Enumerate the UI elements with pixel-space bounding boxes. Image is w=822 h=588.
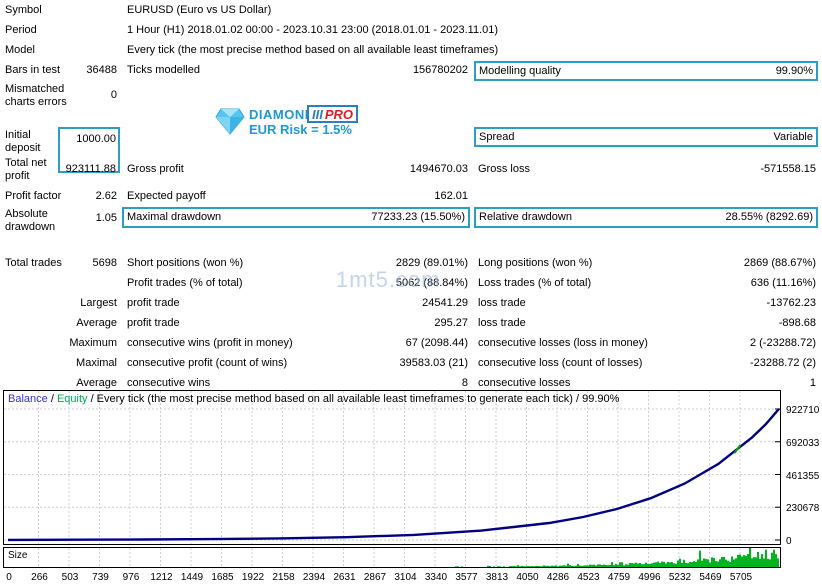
strategy-tester-report: Symbol EURUSD (Euro vs US Dollar) Period… <box>0 0 822 588</box>
average-label: Average <box>76 317 117 329</box>
average-consecutive-losses-value: 1 <box>809 377 816 389</box>
expected-payoff-value: 162.01 <box>434 190 468 202</box>
model-label: Model <box>5 44 35 56</box>
loss-trades-label: Loss trades (% of total) <box>478 277 592 289</box>
y-tick-label: 692033 <box>786 437 820 449</box>
maximal-drawdown-label: Maximal drawdown <box>127 211 222 223</box>
average-consecutive-wins-value: 8 <box>461 377 468 389</box>
size-label: Size <box>8 550 28 561</box>
long-positions-label: Long positions (won %) <box>478 257 593 269</box>
logo-badge-pro: PRO <box>324 106 354 122</box>
period-label: Period <box>5 24 37 36</box>
maximal-consecutive-profit-value: 39583.03 (21) <box>399 357 469 369</box>
watermark-text: 1mt5.com <box>336 267 441 292</box>
largest-loss-trade-label: loss trade <box>478 297 526 309</box>
loss-trades-value: 636 (11.16%) <box>750 277 816 289</box>
maximal-consecutive-loss-value: -23288.72 (2) <box>749 357 816 369</box>
average-loss-trade-value: -898.68 <box>778 317 816 329</box>
gross-profit-value: 1494670.03 <box>409 163 468 175</box>
x-tick-label: 5705 <box>729 572 753 583</box>
balance-legend-label: Balance <box>8 393 48 405</box>
symbol-label: Symbol <box>5 4 42 16</box>
total-net-profit-value: 923111.88 <box>65 163 116 175</box>
average-consecutive-losses-label: consecutive losses <box>478 377 571 389</box>
chart-header-rest: / Every tick (the most precise method ba… <box>87 393 620 405</box>
profit-trades-label: Profit trades (% of total) <box>127 277 243 289</box>
average-loss-trade-label: loss trade <box>478 317 526 329</box>
max-consecutive-wins-value: 67 (2098.44) <box>405 337 468 349</box>
long-positions-value: 2869 (88.67%) <box>743 257 816 269</box>
maximum-label: Maximum <box>69 337 117 349</box>
maximal-consecutive-loss-label: consecutive loss (count of losses) <box>478 357 643 369</box>
maximal-drawdown-box: Maximal drawdown 77233.23 (15.50%) <box>122 207 470 228</box>
average-consecutive-wins-label: consecutive wins <box>127 377 211 389</box>
maximal-drawdown-value: 77233.23 (15.50%) <box>371 211 465 223</box>
modelling-quality-label: Modelling quality <box>479 64 561 77</box>
mismatched-errors-value: 0 <box>110 89 117 101</box>
spread-box: Spread Variable <box>474 127 818 147</box>
modelling-quality-value: 99.90% <box>775 64 813 77</box>
max-consecutive-wins-label: consecutive wins (profit in money) <box>127 337 293 349</box>
largest-profit-trade-label: profit trade <box>127 297 180 309</box>
period-value: 1 Hour (H1) 2018.01.02 00:00 - 2023.10.3… <box>127 24 499 36</box>
absolute-drawdown-label: Absolute drawdown <box>5 208 56 233</box>
initial-deposit-label: Initial deposit <box>5 129 41 154</box>
average-profit-trade-label: profit trade <box>127 317 180 329</box>
maximal-label: Maximal <box>76 357 117 369</box>
relative-drawdown-label: Relative drawdown <box>479 211 572 223</box>
ticks-modelled-label: Ticks modelled <box>127 64 200 76</box>
max-consecutive-losses-value: 2 (-23288.72) <box>749 337 816 349</box>
model-value: Every tick (the most precise method base… <box>127 44 499 56</box>
size-chart <box>3 547 781 568</box>
logo-brand-text: DIAMOND <box>249 107 315 122</box>
gross-loss-value: -571558.15 <box>760 163 816 175</box>
y-tick-label: 461355 <box>786 470 820 482</box>
bars-in-test-value: 36488 <box>86 64 117 76</box>
gross-loss-label: Gross loss <box>478 163 530 175</box>
balance-chart <box>3 390 781 545</box>
y-tick-label: 0 <box>786 536 792 547</box>
short-positions-label: Short positions (won %) <box>127 257 244 269</box>
spread-label: Spread <box>479 130 515 143</box>
largest-label: Largest <box>80 297 117 309</box>
relative-drawdown-box: Relative drawdown 28.55% (8292.69) <box>474 207 818 228</box>
largest-loss-trade-value: -13762.23 <box>766 297 816 309</box>
relative-drawdown-value: 28.55% (8292.69) <box>725 211 813 223</box>
total-net-profit-label: Total net profit <box>5 157 47 182</box>
logo-risk-text: EUR Risk = 1.5% <box>249 122 352 137</box>
logo-badge-iii: III <box>312 106 323 122</box>
bars-in-test-label: Bars in test <box>5 64 61 76</box>
y-tick-label: 922710 <box>786 405 820 416</box>
spread-value: Variable <box>773 130 813 143</box>
symbol-value: EURUSD (Euro vs US Dollar) <box>127 4 272 16</box>
absolute-drawdown-value: 1.05 <box>95 212 117 224</box>
average-profit-trade-value: 295.27 <box>434 317 468 329</box>
chart-header: Balance / Equity / Every tick (the most … <box>8 393 619 406</box>
expected-payoff-label: Expected payoff <box>127 190 206 202</box>
maximal-consecutive-profit-label: consecutive profit (count of wins) <box>127 357 288 369</box>
gross-profit-label: Gross profit <box>127 163 184 175</box>
y-tick-label: 230678 <box>786 503 820 515</box>
total-trades-value: 5698 <box>92 257 117 269</box>
max-consecutive-losses-label: consecutive losses (loss in money) <box>478 337 648 349</box>
profit-factor-label: Profit factor <box>5 190 62 202</box>
diamond-icon <box>215 108 245 135</box>
modelling-quality-box: Modelling quality 99.90% <box>474 61 818 81</box>
legend-separator: / <box>47 393 57 405</box>
equity-legend-label: Equity <box>56 393 88 405</box>
total-trades-label: Total trades <box>5 257 62 269</box>
average-consecutive-label: Average <box>76 377 117 389</box>
initial-deposit-value: 1000.00 <box>76 133 116 145</box>
logo-badge: III PRO <box>307 105 359 123</box>
ticks-modelled-value: 156780202 <box>412 64 468 76</box>
largest-profit-trade-value: 24541.29 <box>422 297 468 309</box>
profit-factor-value: 2.62 <box>95 190 117 202</box>
